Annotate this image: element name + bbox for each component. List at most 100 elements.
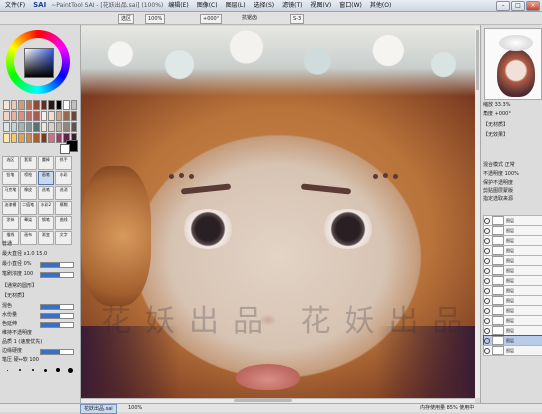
protect-opacity-checkbox[interactable]: 保护不透明度 — [483, 179, 541, 187]
eye-icon[interactable] — [484, 237, 490, 244]
eye-icon[interactable] — [484, 217, 490, 224]
horizontal-scroll-thumb[interactable] — [234, 399, 292, 402]
layer-blend-row[interactable]: 混合模式 正常 — [483, 161, 541, 169]
color-swatch[interactable] — [18, 122, 25, 132]
color-swatch[interactable] — [48, 122, 55, 132]
color-swatch[interactable] — [70, 122, 77, 132]
select-toggle[interactable]: 选区 — [118, 14, 135, 24]
menu-view[interactable]: 视图(V) — [307, 1, 334, 10]
color-sv-square[interactable] — [24, 48, 54, 78]
color-swatch[interactable] — [18, 100, 25, 110]
density-slider[interactable] — [40, 272, 74, 278]
tool-watercolor[interactable]: 水彩 — [55, 171, 72, 185]
color-swatch[interactable] — [48, 100, 55, 110]
color-swatch[interactable] — [63, 100, 70, 110]
menu-other[interactable]: 其他(O) — [367, 1, 394, 10]
color-swatch[interactable] — [70, 111, 77, 121]
tool-blend[interactable]: 晕染 — [19, 216, 37, 230]
color-swatch[interactable] — [33, 100, 40, 110]
blend-mode-select[interactable]: 普通 — [2, 240, 76, 248]
min-size-row[interactable]: 最小直径 0% — [2, 260, 76, 268]
eye-icon[interactable] — [484, 287, 490, 294]
maximize-button[interactable]: □ — [511, 1, 525, 11]
tool-smudge[interactable]: 涂抹 — [2, 216, 19, 230]
color-swatch[interactable] — [70, 100, 77, 110]
color-swatch[interactable] — [33, 122, 40, 132]
dilution-slider[interactable] — [40, 313, 74, 319]
eye-icon[interactable] — [484, 227, 490, 234]
tool-brush[interactable]: 画笔 — [37, 171, 55, 185]
tool-select-pen[interactable]: 选笔 — [37, 186, 55, 200]
drawing-canvas[interactable]: 花妖出品 花妖出品 — [81, 26, 475, 398]
brush-size-dot[interactable] — [15, 367, 26, 373]
menu-file[interactable]: 文件(F) — [2, 1, 28, 10]
edge-row[interactable]: 边缘硬度 — [2, 347, 76, 355]
tool-binary-pen[interactable]: 二值笔 — [19, 201, 37, 215]
color-swatch[interactable] — [3, 122, 10, 132]
color-swatch[interactable] — [10, 122, 17, 132]
blend-slider[interactable] — [40, 304, 74, 310]
nav-angle-row[interactable]: 角度 +000° — [483, 110, 541, 118]
paper-effect-select[interactable]: 【无效果】 — [483, 131, 541, 139]
tool-pen[interactable]: 钢笔 — [37, 216, 55, 230]
selection-source-checkbox[interactable]: 指定选取来源 — [483, 195, 541, 203]
eye-icon[interactable] — [484, 247, 490, 254]
menu-select[interactable]: 选择(S) — [251, 1, 278, 10]
brush-size-dot[interactable] — [2, 367, 13, 373]
color-swatch[interactable] — [25, 122, 32, 132]
brush-size-dot[interactable] — [40, 367, 51, 373]
color-swatch[interactable] — [55, 133, 62, 143]
color-swatch[interactable] — [18, 133, 25, 143]
menu-window[interactable]: 窗口(W) — [336, 1, 365, 10]
paper-texture-select[interactable]: 【无材质】 — [483, 121, 541, 129]
menu-edit[interactable]: 编辑(E) — [165, 1, 191, 10]
dilution-row[interactable]: 水份量 — [2, 311, 76, 319]
brush-texture-select[interactable]: 【无材质】 — [2, 292, 76, 300]
quality-row[interactable]: 品质 1 (速度优先) — [2, 338, 76, 346]
eye-icon[interactable] — [484, 277, 490, 284]
color-swatch[interactable] — [48, 133, 55, 143]
persistence-row[interactable]: 色延伸 — [2, 320, 76, 328]
tool-hand[interactable]: 抓手 — [55, 156, 72, 170]
color-swatch[interactable] — [10, 111, 17, 121]
menu-filter[interactable]: 滤镜(T) — [279, 1, 305, 10]
min-size-slider[interactable] — [40, 262, 74, 268]
color-swatch[interactable] — [3, 133, 10, 143]
tool-blur[interactable]: 模糊 — [55, 201, 72, 215]
tool-eraser[interactable]: 橡皮 — [19, 186, 37, 200]
tool-watercolor-2[interactable]: 水彩2 — [37, 201, 55, 215]
density-row[interactable]: 笔刷浓度 100 — [2, 270, 76, 278]
tool-select-eraser[interactable]: 选消 — [55, 186, 72, 200]
brush-shape-select[interactable]: 【通常的圆形】 — [2, 282, 76, 290]
vertical-scroll-thumb[interactable] — [476, 30, 479, 90]
brush-size-dot[interactable] — [53, 367, 64, 373]
tool-lasso[interactable]: 套索 — [19, 156, 37, 170]
tool-magic-wand[interactable]: 魔棒 — [37, 156, 55, 170]
keep-opacity-checkbox[interactable]: 维持不透明度 — [2, 329, 76, 337]
navigator-preview[interactable] — [484, 28, 542, 100]
secondary-color[interactable] — [60, 144, 70, 154]
layer-opacity-row[interactable]: 不透明度 100% — [483, 170, 541, 178]
color-swatch[interactable] — [40, 111, 47, 121]
eye-icon[interactable] — [484, 317, 490, 324]
eye-icon[interactable] — [484, 297, 490, 304]
brush-size-dot[interactable] — [27, 367, 38, 373]
color-swatch[interactable] — [33, 133, 40, 143]
color-swatch[interactable] — [55, 111, 62, 121]
persistence-slider[interactable] — [40, 322, 74, 328]
minimize-button[interactable]: – — [496, 1, 510, 11]
close-button[interactable]: × — [526, 1, 540, 11]
color-swatch[interactable] — [55, 122, 62, 132]
color-swatch[interactable] — [40, 122, 47, 132]
color-swatch[interactable] — [25, 111, 32, 121]
antialias-checkbox[interactable]: 抗锯齿 — [240, 14, 259, 22]
color-swatch[interactable] — [3, 111, 10, 121]
layer-item[interactable]: 图层 — [483, 345, 542, 356]
color-swatch[interactable] — [48, 111, 55, 121]
color-swatch[interactable] — [25, 100, 32, 110]
clipping-checkbox[interactable]: 剪贴图层蒙版 — [483, 187, 541, 195]
menu-canvas[interactable]: 图像(C) — [194, 1, 221, 10]
size-row[interactable]: 最大直径 x1.0 15.0 — [2, 250, 76, 258]
tool-select[interactable]: 选区 — [2, 156, 19, 170]
color-swatch[interactable] — [25, 133, 32, 143]
